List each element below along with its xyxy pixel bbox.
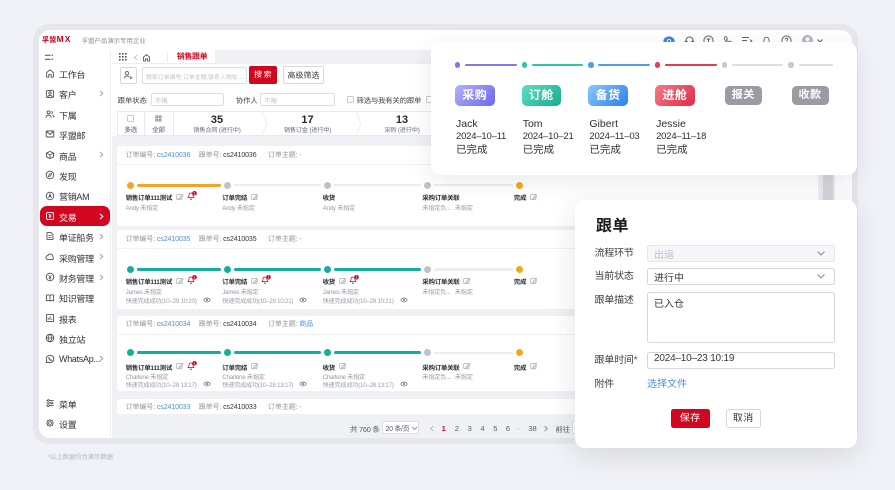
svg-text:1: 1 [193, 276, 195, 280]
svg-text:1: 1 [268, 276, 270, 280]
svg-text:1: 1 [356, 276, 358, 280]
svg-text:1: 1 [193, 192, 195, 196]
svg-text:1: 1 [193, 361, 195, 365]
